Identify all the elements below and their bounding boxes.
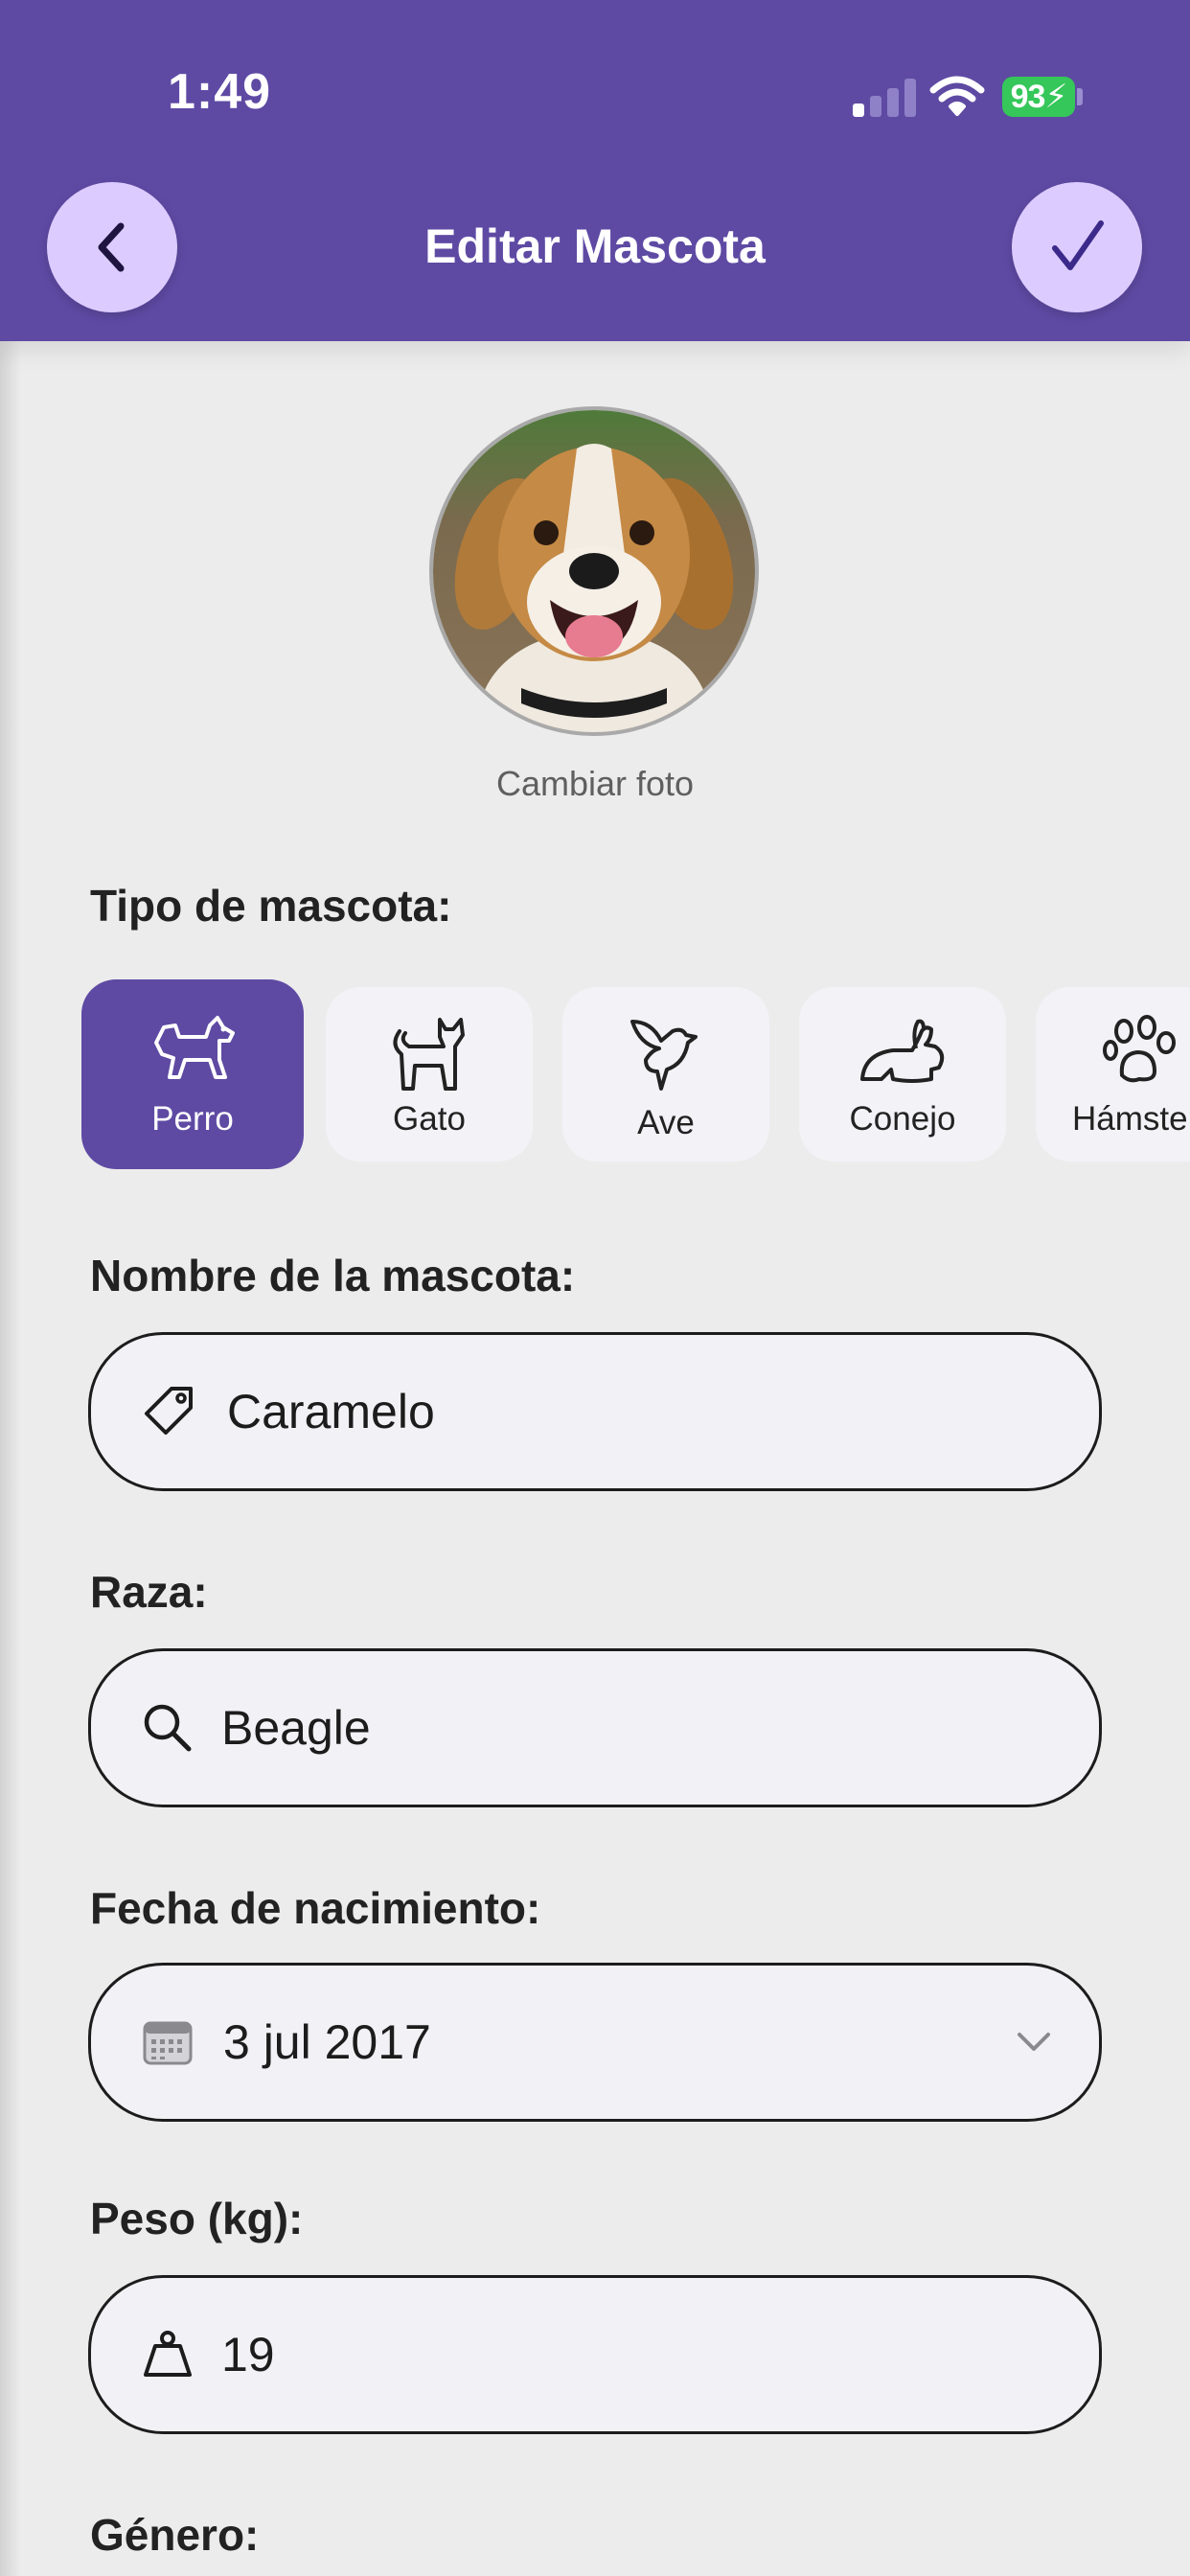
breed-value: Beagle <box>221 1701 371 1755</box>
pet-type-option-label: Gato <box>393 1100 466 1138</box>
pet-name-value: Caramelo <box>227 1385 435 1438</box>
pet-type-option-label: Ave <box>637 1104 695 1141</box>
pet-type-option-conejo[interactable]: Conejo <box>799 987 1006 1162</box>
bird-icon <box>562 1012 769 1094</box>
tag-icon <box>139 1383 196 1440</box>
pet-type-option-ave[interactable]: Ave <box>562 987 769 1162</box>
breed-field[interactable]: Beagle <box>88 1648 1102 1807</box>
rabbit-icon <box>799 1012 1006 1094</box>
pet-photo[interactable] <box>429 406 759 736</box>
pet-type-option-gato[interactable]: Gato <box>326 987 533 1162</box>
birthdate-value: 3 jul 2017 <box>223 2015 431 2069</box>
weight-label: Peso (kg): <box>90 2194 304 2243</box>
breed-label: Raza: <box>90 1567 208 1617</box>
pet-type-option-label: Hámster <box>1072 1100 1190 1138</box>
birthdate-label: Fecha de nacimiento: <box>90 1883 541 1933</box>
pet-type-option-perro[interactable]: Perro <box>81 979 304 1169</box>
pet-type-label: Tipo de mascota: <box>90 881 452 931</box>
wifi-icon <box>929 75 985 117</box>
paw-icon <box>1036 1012 1190 1094</box>
battery-level: 93 <box>1010 79 1046 115</box>
save-button[interactable] <box>1012 182 1142 312</box>
dog-photo-image <box>433 410 755 732</box>
battery-indicator: 93⚡ <box>1002 77 1075 117</box>
search-icon <box>139 1699 196 1757</box>
dog-icon <box>81 1004 304 1087</box>
weight-field[interactable]: 19 <box>88 2275 1102 2434</box>
gender-label: Género: <box>90 2510 260 2560</box>
weight-value: 19 <box>221 2328 275 2381</box>
edge-shadow <box>0 341 21 2576</box>
pet-type-option-label: Perro <box>151 1100 234 1138</box>
pet-type-option-label: Conejo <box>849 1100 956 1138</box>
cat-icon <box>326 1012 533 1094</box>
pet-type-option-hamster[interactable]: Hámster <box>1036 987 1190 1162</box>
header-bar: 1:49 93⚡ Editar Mascota <box>0 0 1190 341</box>
pet-name-field[interactable]: Caramelo <box>88 1332 1102 1491</box>
cellular-signal-icon <box>853 79 916 117</box>
status-time: 1:49 <box>168 64 272 120</box>
calendar-icon <box>139 2013 196 2071</box>
weight-icon <box>139 2326 196 2383</box>
birthdate-picker[interactable]: 3 jul 2017 <box>88 1963 1102 2122</box>
chevron-down-icon <box>1018 2033 1050 2051</box>
checkmark-icon <box>1052 220 1104 270</box>
pet-name-label: Nombre de la mascota: <box>90 1251 576 1300</box>
change-photo-link[interactable]: Cambiar foto <box>0 764 1190 804</box>
charging-bolt-icon: ⚡ <box>1044 79 1067 115</box>
battery-cap <box>1077 88 1083 105</box>
